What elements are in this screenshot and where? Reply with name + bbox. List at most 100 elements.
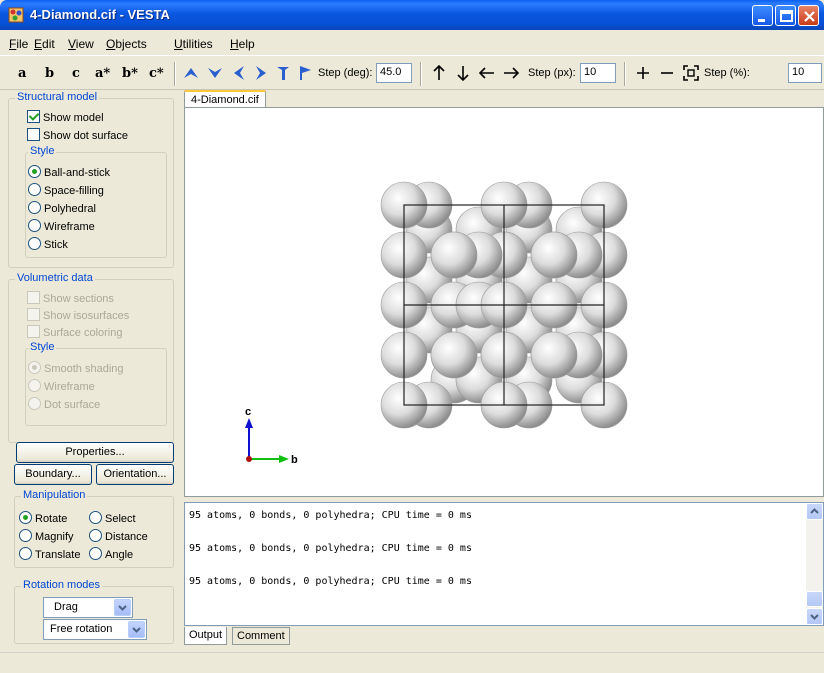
structural-model-group: Structural model Show model Show dot sur… — [8, 91, 174, 268]
scroll-up-button[interactable] — [806, 503, 823, 520]
crystal-structure-render: c b — [245, 181, 628, 466]
rotate-right-icon[interactable] — [252, 64, 270, 82]
style-polyhedral-radio[interactable]: Polyhedral — [28, 201, 96, 215]
volumetric-style-title: Style — [28, 341, 57, 353]
minimize-button[interactable] — [752, 5, 773, 26]
show-sections-checkbox[interactable]: Show sections — [27, 291, 114, 305]
carbon-atom[interactable] — [530, 331, 578, 379]
rotate-up-icon[interactable] — [182, 64, 200, 82]
output-line: 95 atoms, 0 bonds, 0 polyhedra; CPU time… — [189, 510, 472, 521]
structural-style-group: Style Ball-and-stick Space-filling Polyh… — [25, 145, 167, 258]
view-along-b-star-button[interactable]: b* — [122, 66, 138, 81]
style-wireframe-radio[interactable]: Wireframe — [28, 219, 95, 233]
menu-file[interactable]: File — [9, 37, 28, 51]
show-dot-surface-checkbox[interactable]: Show dot surface — [27, 128, 128, 142]
translate-up-icon[interactable] — [430, 64, 448, 82]
menu-edit[interactable]: Edit — [34, 37, 55, 51]
translate-radio[interactable]: Translate — [19, 547, 80, 561]
close-icon — [804, 11, 815, 22]
menu-view[interactable]: View — [68, 37, 94, 51]
view-along-b-button[interactable]: b — [45, 66, 54, 81]
rotation-type-select[interactable]: Free rotation — [43, 619, 147, 640]
view-along-c-star-button[interactable]: c* — [149, 66, 164, 81]
properties-button[interactable]: Properties... — [16, 442, 174, 463]
volumetric-wireframe-radio[interactable]: Wireframe — [28, 379, 95, 393]
toolbar: a b c a* b* c* Step (deg): 45.0 Step (px… — [0, 56, 824, 90]
chevron-down-icon — [810, 614, 819, 620]
close-button[interactable] — [798, 5, 819, 26]
chevron-down-icon — [114, 599, 131, 616]
volumetric-data-title: Volumetric data — [15, 272, 95, 284]
carbon-atom[interactable] — [530, 231, 578, 279]
style-stick-radio[interactable]: Stick — [28, 237, 68, 251]
translate-left-icon[interactable] — [478, 64, 496, 82]
rotate-down-icon[interactable] — [206, 64, 224, 82]
surface-coloring-checkbox[interactable]: Surface coloring — [27, 325, 123, 339]
carbon-atom[interactable] — [430, 231, 478, 279]
menu-help[interactable]: Help — [230, 37, 255, 51]
output-scrollbar[interactable] — [806, 503, 823, 625]
view-along-c-button[interactable]: c — [72, 66, 80, 81]
distance-radio[interactable]: Distance — [89, 529, 148, 543]
rotate-radio[interactable]: Rotate — [19, 511, 67, 525]
minimize-icon — [758, 19, 765, 22]
style-space-filling-radio[interactable]: Space-filling — [28, 183, 104, 197]
rotate-cw-icon[interactable] — [296, 64, 314, 82]
smooth-shading-radio[interactable]: Smooth shading — [28, 361, 124, 375]
select-radio[interactable]: Select — [89, 511, 136, 525]
status-bar — [0, 652, 824, 673]
view-along-a-star-button[interactable]: a* — [95, 66, 110, 81]
show-model-checkbox[interactable]: Show model — [27, 110, 104, 124]
volumetric-style-group: Style Smooth shading Wireframe Dot surfa… — [25, 341, 167, 426]
structure-viewport[interactable]: c b — [184, 107, 824, 497]
scroll-thumb[interactable] — [806, 591, 823, 607]
volumetric-data-group: Volumetric data Show sections Show isosu… — [8, 272, 174, 443]
dot-surface-radio[interactable]: Dot surface — [28, 397, 100, 411]
left-panel: Structural model Show model Show dot sur… — [8, 90, 180, 645]
output-panel[interactable]: 95 atoms, 0 bonds, 0 polyhedra; CPU time… — [184, 502, 824, 626]
style-ball-and-stick-radio[interactable]: Ball-and-stick — [28, 165, 110, 179]
angle-radio[interactable]: Angle — [89, 547, 133, 561]
axis-indicator: c b — [245, 406, 298, 466]
menu-utilities[interactable]: Utilities — [174, 37, 213, 51]
tab-comment[interactable]: Comment — [232, 627, 290, 645]
translate-down-icon[interactable] — [454, 64, 472, 82]
show-isosurfaces-checkbox[interactable]: Show isosurfaces — [27, 308, 129, 322]
boundary-button[interactable]: Boundary... — [14, 464, 92, 485]
chevron-up-icon — [810, 508, 819, 514]
step-deg-label: Step (deg): — [318, 67, 373, 79]
zoom-in-icon[interactable] — [634, 64, 652, 82]
tab-output[interactable]: Output — [184, 627, 228, 645]
rotation-mode-select[interactable]: Drag — [43, 597, 133, 618]
translate-right-icon[interactable] — [502, 64, 520, 82]
zoom-out-icon[interactable] — [658, 64, 676, 82]
scroll-down-button[interactable] — [806, 608, 823, 625]
fit-to-screen-icon[interactable] — [682, 64, 700, 82]
orientation-button[interactable]: Orientation... — [96, 464, 174, 485]
step-pct-input[interactable]: 10 — [788, 63, 822, 83]
rotate-left-icon[interactable] — [230, 64, 248, 82]
output-line: 95 atoms, 0 bonds, 0 polyhedra; CPU time… — [189, 543, 472, 554]
menu-bar: File Edit View Objects Utilities Help — [0, 30, 824, 56]
carbon-atom[interactable] — [430, 331, 478, 379]
step-px-input[interactable]: 10 — [580, 63, 616, 83]
maximize-button[interactable] — [775, 5, 796, 26]
title-bar[interactable]: 4-Diamond.cif - VESTA — [0, 0, 824, 30]
rotate-ccw-icon[interactable] — [274, 64, 292, 82]
toolbar-separator — [624, 62, 626, 86]
step-deg-input[interactable]: 45.0 — [376, 63, 412, 83]
structural-style-title: Style — [28, 145, 57, 157]
maximize-icon — [780, 10, 793, 22]
manipulation-title: Manipulation — [21, 489, 88, 501]
vesta-app-icon — [8, 7, 24, 23]
magnify-radio[interactable]: Magnify — [19, 529, 74, 543]
axis-label-c: c — [245, 406, 251, 418]
step-pct-label: Step (%): — [704, 67, 750, 79]
view-along-a-button[interactable]: a — [18, 66, 26, 81]
rotation-modes-group: Rotation modes Drag Free rotation — [14, 579, 174, 644]
document-tab[interactable]: 4-Diamond.cif — [184, 90, 266, 108]
window-title: 4-Diamond.cif - VESTA — [30, 7, 170, 22]
toolbar-separator — [174, 62, 176, 86]
menu-objects[interactable]: Objects — [106, 37, 147, 51]
structural-model-title: Structural model — [15, 91, 100, 103]
